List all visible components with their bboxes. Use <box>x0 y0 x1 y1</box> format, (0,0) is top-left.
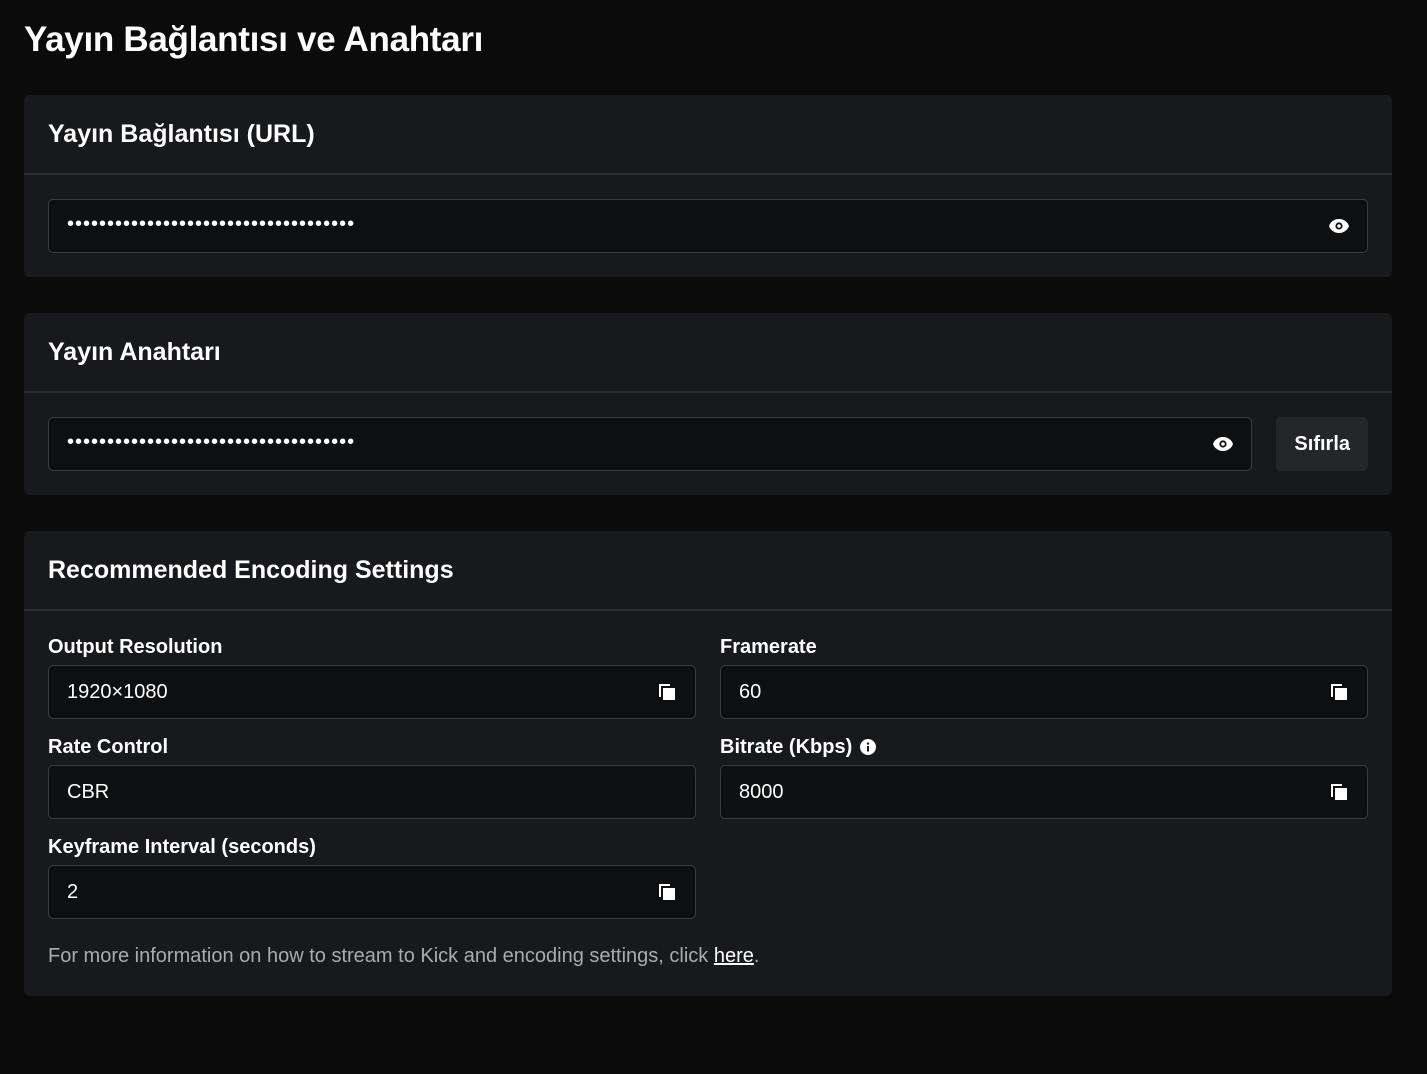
stream-url-body: •••••••••••••••••••••••••••••••••••• <box>24 175 1392 277</box>
copy-icon[interactable] <box>653 678 681 706</box>
stream-key-body: •••••••••••••••••••••••••••••••••••• Sıf… <box>24 393 1392 495</box>
stream-key-header: Yayın Anahtarı <box>24 313 1392 393</box>
eye-icon[interactable] <box>1325 212 1353 240</box>
stream-url-header: Yayın Bağlantısı (URL) <box>24 95 1392 175</box>
keyframe-interval-input[interactable]: 2 <box>48 865 696 919</box>
keyframe-interval-field: Keyframe Interval (seconds) 2 <box>48 829 696 919</box>
bitrate-label-row: Bitrate (Kbps) <box>720 729 1368 765</box>
encoding-fields-grid: Output Resolution 1920×1080 Framerate 60… <box>48 629 1368 929</box>
bitrate-value: 8000 <box>739 780 784 803</box>
rate-control-field: Rate Control CBR <box>48 729 696 819</box>
stream-key-input[interactable]: •••••••••••••••••••••••••••••••••••• <box>48 417 1253 471</box>
encoding-settings-body: Output Resolution 1920×1080 Framerate 60… <box>24 611 1392 996</box>
framerate-label: Framerate <box>720 635 817 658</box>
bitrate-label: Bitrate (Kbps) <box>720 735 853 758</box>
stream-url-card: Yayın Bağlantısı (URL) •••••••••••••••••… <box>24 95 1392 277</box>
encoding-help-link[interactable]: here <box>714 945 754 967</box>
bitrate-field: Bitrate (Kbps) 8000 <box>720 729 1368 819</box>
reset-key-button[interactable]: Sıfırla <box>1276 417 1368 471</box>
stream-key-card: Yayın Anahtarı •••••••••••••••••••••••••… <box>24 313 1392 495</box>
copy-icon[interactable] <box>653 878 681 906</box>
stream-url-masked-value: •••••••••••••••••••••••••••••••••••• <box>67 212 356 235</box>
page-title: Yayın Bağlantısı ve Anahtarı <box>24 20 484 59</box>
framerate-value: 60 <box>739 680 762 703</box>
output-resolution-value: 1920×1080 <box>67 680 168 703</box>
framerate-input[interactable]: 60 <box>720 665 1368 719</box>
stream-key-row: •••••••••••••••••••••••••••••••••••• Sıf… <box>48 417 1368 471</box>
output-resolution-field: Output Resolution 1920×1080 <box>48 629 696 719</box>
stream-key-masked-value: •••••••••••••••••••••••••••••••••••• <box>67 430 356 453</box>
rate-control-label: Rate Control <box>48 735 168 758</box>
keyframe-interval-value: 2 <box>67 880 79 903</box>
encoding-settings-header: Recommended Encoding Settings <box>24 531 1392 611</box>
copy-icon[interactable] <box>1325 778 1353 806</box>
stream-url-input[interactable]: •••••••••••••••••••••••••••••••••••• <box>48 199 1368 253</box>
framerate-field: Framerate 60 <box>720 629 1368 719</box>
encoding-settings-card: Recommended Encoding Settings Output Res… <box>24 531 1392 996</box>
copy-icon[interactable] <box>1325 678 1353 706</box>
eye-icon[interactable] <box>1209 430 1237 458</box>
output-resolution-input[interactable]: 1920×1080 <box>48 665 696 719</box>
encoding-help-note: For more information on how to stream to… <box>48 945 1368 970</box>
keyframe-interval-label: Keyframe Interval (seconds) <box>48 835 316 858</box>
rate-control-input[interactable]: CBR <box>48 765 696 819</box>
output-resolution-label: Output Resolution <box>48 635 223 658</box>
stream-settings-page: Yayın Bağlantısı ve Anahtarı Yayın Bağla… <box>0 0 1427 1074</box>
encoding-help-text: For more information on how to stream to… <box>48 945 714 967</box>
encoding-help-suffix: . <box>753 945 760 967</box>
rate-control-value: CBR <box>67 780 110 803</box>
info-icon[interactable] <box>860 739 877 755</box>
bitrate-input[interactable]: 8000 <box>720 765 1368 819</box>
